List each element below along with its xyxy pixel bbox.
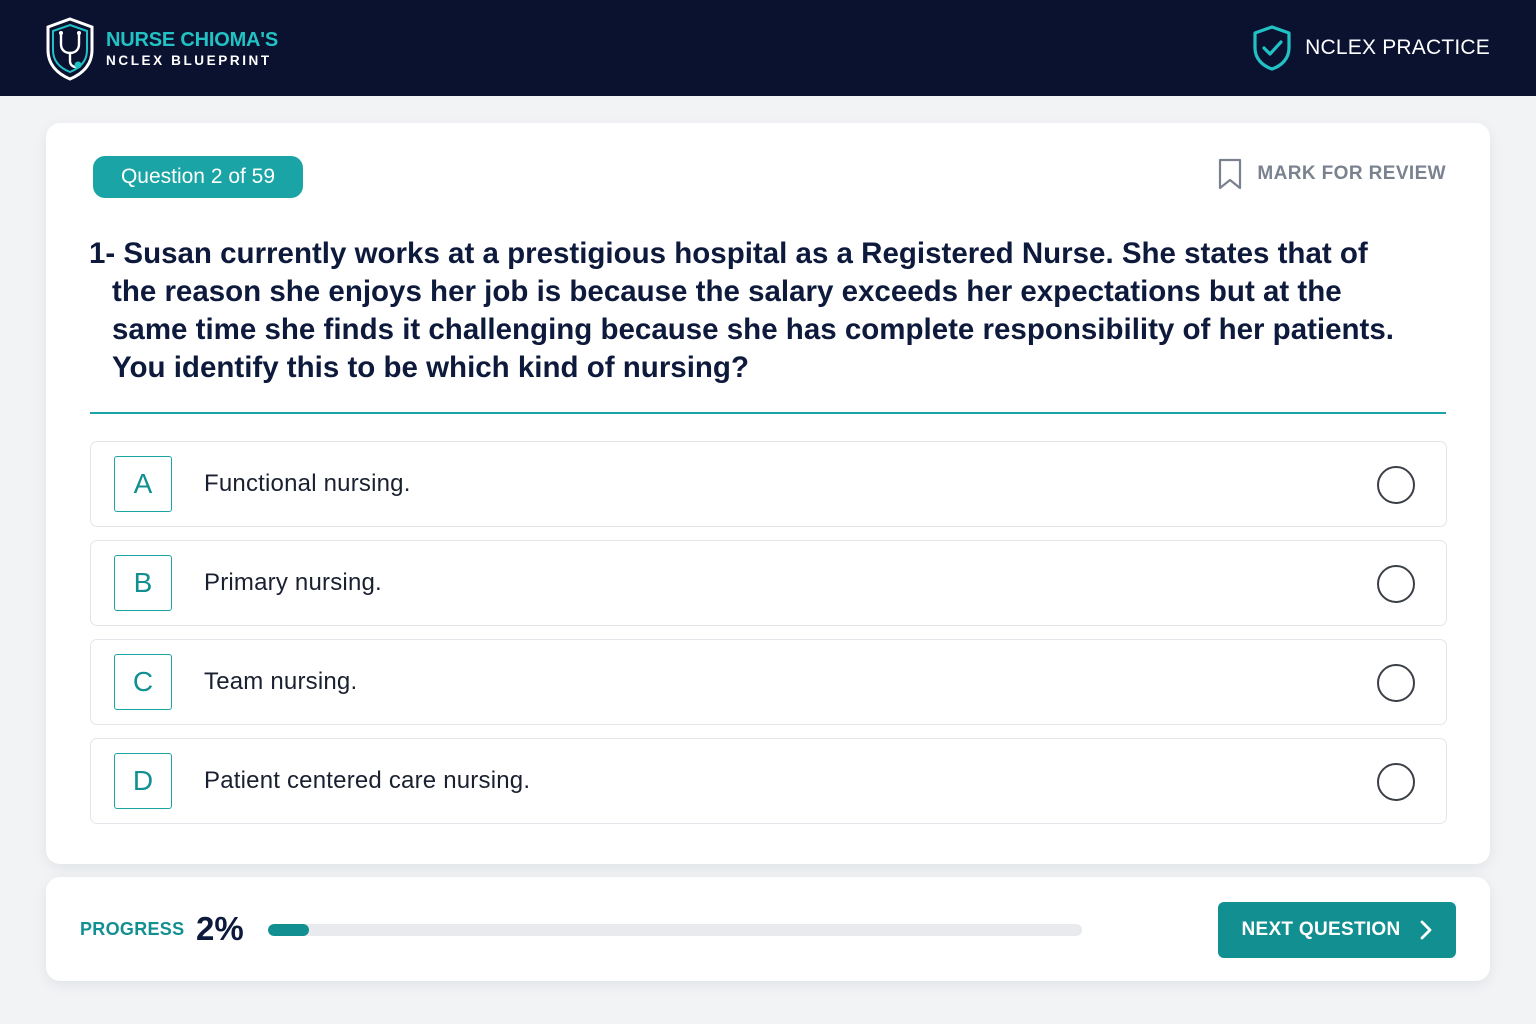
- question-card: Question 2 of 59 MARK FOR REVIEW 1- Susa…: [46, 123, 1490, 864]
- brand-subtitle: NCLEX BLUEPRINT: [106, 53, 272, 68]
- option-text: Functional nursing.: [204, 470, 411, 497]
- option-letter: A: [114, 456, 172, 512]
- progress-label: PROGRESS: [80, 919, 185, 939]
- answer-option-a[interactable]: A Functional nursing.: [90, 441, 1447, 527]
- mode-label: NCLEX PRACTICE: [1305, 36, 1490, 59]
- answer-options: A Functional nursing. B Primary nursing.…: [90, 441, 1447, 837]
- option-text: Patient centered care nursing.: [204, 767, 531, 794]
- question-text: 1- Susan currently works at a prestigiou…: [89, 237, 1394, 384]
- option-radio[interactable]: [1377, 664, 1415, 702]
- shield-stethoscope-icon: [46, 17, 94, 81]
- progress-bar: [268, 924, 1082, 936]
- chevron-right-icon: [1420, 920, 1431, 940]
- progress-percent: 2%: [196, 910, 244, 947]
- next-question-button[interactable]: NEXT QUESTION: [1218, 902, 1456, 958]
- progress-footer: PROGRESS 2% NEXT QUESTION: [46, 877, 1490, 981]
- brand[interactable]: NURSE CHIOMA'S NCLEX BLUEPRINT: [44, 16, 278, 82]
- option-radio[interactable]: [1377, 763, 1415, 801]
- answer-option-c[interactable]: C Team nursing.: [90, 639, 1447, 725]
- option-letter: B: [114, 555, 172, 611]
- option-radio[interactable]: [1377, 565, 1415, 603]
- option-text: Team nursing.: [204, 668, 358, 695]
- next-question-label: NEXT QUESTION: [1241, 919, 1401, 940]
- option-text: Primary nursing.: [204, 569, 382, 596]
- progress-bar-fill: [268, 924, 309, 936]
- question-divider: [90, 412, 1446, 414]
- answer-option-b[interactable]: B Primary nursing.: [90, 540, 1447, 626]
- brand-title: NURSE CHIOMA'S: [106, 29, 278, 51]
- question-counter-badge: Question 2 of 59: [93, 156, 303, 198]
- answer-option-d[interactable]: D Patient centered care nursing.: [90, 738, 1447, 824]
- shield-check-icon: [1253, 25, 1291, 71]
- top-header: NURSE CHIOMA'S NCLEX BLUEPRINT NCLEX PRA…: [0, 0, 1536, 96]
- bookmark-icon: [1219, 158, 1242, 190]
- option-radio[interactable]: [1377, 466, 1415, 504]
- mode-indicator: NCLEX PRACTICE: [1251, 24, 1490, 72]
- option-letter: C: [114, 654, 172, 710]
- mark-for-review-button[interactable]: MARK FOR REVIEW: [1217, 158, 1446, 190]
- mark-for-review-label: MARK FOR REVIEW: [1257, 163, 1446, 184]
- option-letter: D: [114, 753, 172, 809]
